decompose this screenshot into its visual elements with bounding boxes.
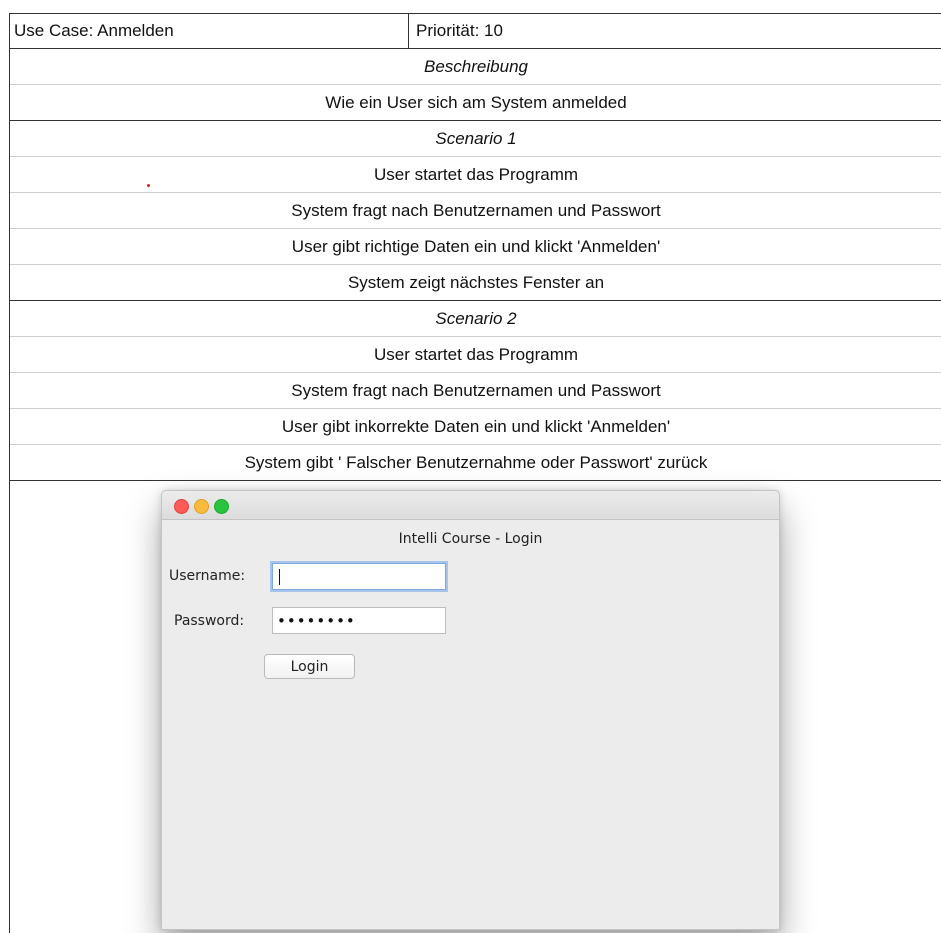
text-cursor: [279, 568, 280, 585]
scenario-1-step: System fragt nach Benutzernamen und Pass…: [10, 193, 941, 229]
window-titlebar[interactable]: [162, 491, 779, 520]
zoom-window-icon[interactable]: [214, 499, 229, 514]
scenario-2-heading: Scenario 2: [10, 301, 941, 337]
minimize-window-icon[interactable]: [194, 499, 209, 514]
scenario-2-step: System fragt nach Benutzernamen und Pass…: [10, 373, 941, 409]
scenario-1-step-text: User startet das Programm: [373, 164, 579, 184]
password-label: Password:: [174, 613, 245, 629]
password-field[interactable]: ••••••••: [272, 607, 446, 634]
login-window: Intelli Course - Login Username: Passwor…: [161, 490, 780, 930]
scenario-1-step: System zeigt nächstes Fenster an: [10, 265, 941, 301]
description-text: Wie ein User sich am System anmelded: [10, 85, 941, 121]
window-title: Intelli Course - Login: [398, 531, 543, 547]
scenario-1-step: User startet das Programm: [10, 157, 941, 193]
close-window-icon[interactable]: [174, 499, 189, 514]
login-button[interactable]: Login: [264, 654, 355, 679]
username-field[interactable]: [272, 563, 446, 590]
scenario-2-step: User gibt inkorrekte Daten ein und klick…: [10, 409, 941, 445]
password-value: ••••••••: [277, 611, 356, 630]
scenario-1-step: User gibt richtige Daten ein und klickt …: [10, 229, 941, 265]
header-row: Use Case: Anmelden Priorität: 10: [10, 13, 941, 49]
description-heading: Beschreibung: [10, 49, 941, 85]
scenario-2-step: System gibt ' Falscher Benutzernahme ode…: [10, 445, 941, 481]
username-label: Username:: [169, 568, 246, 584]
scenario-1-heading: Scenario 1: [10, 121, 941, 157]
red-mark: [147, 184, 150, 187]
use-case-title: Use Case: Anmelden: [10, 14, 409, 48]
priority-label: Priorität: 10: [416, 21, 503, 40]
scenario-2-step: User startet das Programm: [10, 337, 941, 373]
